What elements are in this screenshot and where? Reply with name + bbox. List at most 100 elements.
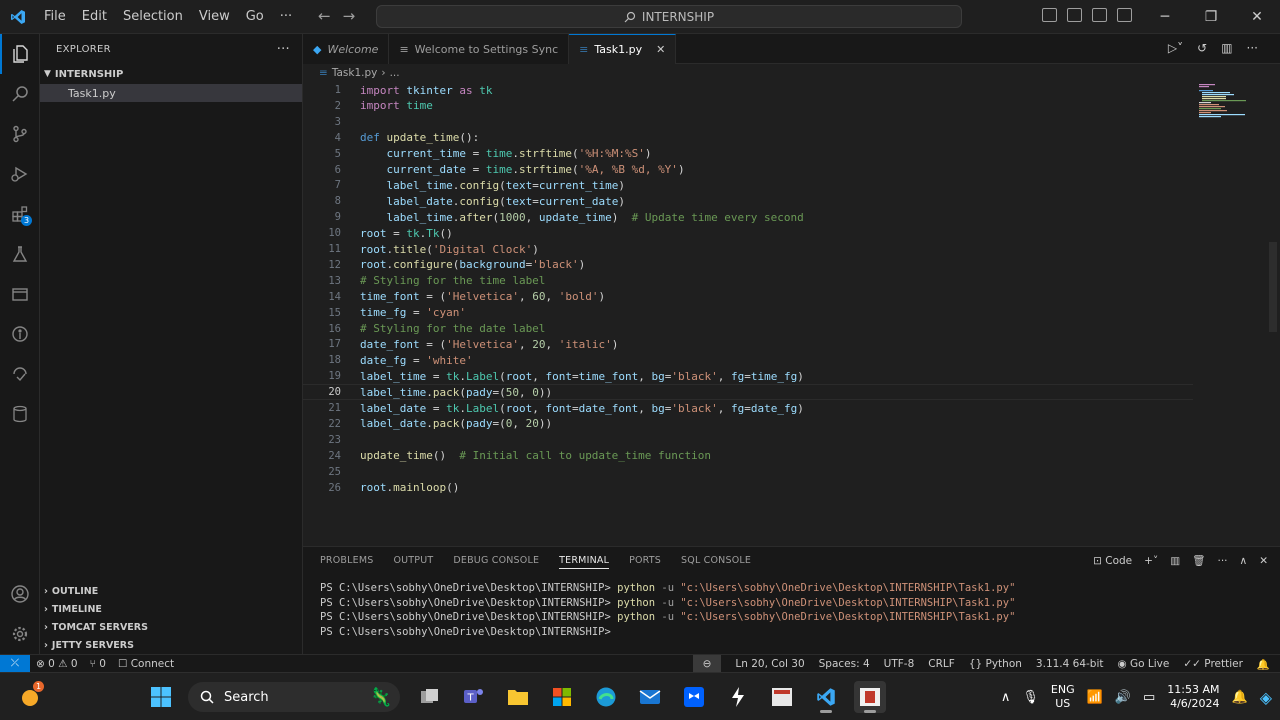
code-line[interactable]: 19 label_time = tk.Label(root, font=time_…: [303, 368, 1193, 384]
code-editor[interactable]: 1 import tkinter as tk 2 import time 3 4 def u…: [303, 82, 1280, 546]
code-line[interactable]: 7 label_time.config(text=current_time): [303, 177, 1193, 193]
panel-tab-terminal[interactable]: TERMINAL: [559, 555, 610, 569]
code-line[interactable]: 9 label_time.after(1000, update_time) # …: [303, 209, 1193, 225]
section-jetty-servers[interactable]: › JETTY SERVERS: [40, 636, 303, 654]
git-graph-icon[interactable]: [0, 314, 40, 354]
file-explorer-icon[interactable]: [502, 681, 534, 713]
prettier[interactable]: ✓✓ Prettier: [1183, 658, 1243, 670]
clock[interactable]: 11:53 AM 4/6/2024: [1167, 683, 1219, 711]
code-line[interactable]: 4 def update_time():: [303, 130, 1193, 146]
menu-edit[interactable]: Edit: [74, 9, 115, 24]
code-line[interactable]: 17 date_font = ('Helvetica', 20, 'italic'…: [303, 336, 1193, 352]
code-line[interactable]: 16 # Styling for the date label: [303, 321, 1193, 337]
pycharm-app-icon[interactable]: [722, 681, 754, 713]
breadcrumb-file[interactable]: Task1.py: [332, 67, 378, 79]
code-line[interactable]: 18 date_fg = 'white': [303, 352, 1193, 368]
notification-bell-icon[interactable]: 🔔: [1232, 690, 1248, 705]
microsoft-store-icon[interactable]: [546, 681, 578, 713]
run-python-file-icon[interactable]: ▷˅: [1168, 41, 1183, 55]
python-tkinter-window-icon[interactable]: [854, 681, 886, 713]
panel-tab-output[interactable]: OUTPUT: [393, 555, 433, 569]
split-terminal-icon[interactable]: ▥: [1170, 555, 1180, 567]
section-timeline[interactable]: › TIMELINE: [40, 600, 303, 618]
input-language[interactable]: ENG US: [1051, 683, 1075, 711]
file-task1-py[interactable]: Task1.py: [40, 84, 302, 102]
manage-gear-icon[interactable]: [0, 614, 40, 654]
minimap[interactable]: [1193, 82, 1253, 122]
code-line[interactable]: 15 time_fg = 'cyan': [303, 305, 1193, 321]
menu-view[interactable]: View: [191, 9, 238, 24]
mail-icon[interactable]: [634, 681, 666, 713]
tab-welcome[interactable]: ◆ Welcome: [303, 34, 390, 64]
panel-tab-debug-console[interactable]: DEBUG CONSOLE: [453, 555, 539, 569]
show-hidden-icons-icon[interactable]: ∧: [1001, 690, 1011, 705]
notifications-bell-icon[interactable]: 🔔: [1257, 658, 1270, 671]
panel-tab-problems[interactable]: PROBLEMS: [320, 555, 373, 569]
code-line[interactable]: 26 root.mainloop(): [303, 480, 1193, 496]
code-line[interactable]: 5 current_time = time.strftime('%H:%M:%S…: [303, 146, 1193, 162]
toggle-panel-icon[interactable]: [1067, 8, 1082, 22]
extensions-icon[interactable]: 3: [0, 194, 40, 234]
remote-indicator-icon[interactable]: ⤫: [0, 654, 30, 673]
folder-internship[interactable]: ▼ INTERNSHIP: [40, 64, 302, 84]
language-mode[interactable]: {} Python: [969, 658, 1022, 670]
terminal-output[interactable]: PS C:\Users\sobhy\OneDrive\Desktop\INTER…: [320, 581, 1015, 639]
panel-tab-sql-console[interactable]: SQL CONSOLE: [681, 555, 751, 569]
copilot-icon[interactable]: ◈: [1260, 688, 1272, 707]
explorer-more-button[interactable]: ···: [277, 42, 290, 57]
close-window-icon[interactable]: ✕: [1234, 0, 1280, 34]
weather-widget-icon[interactable]: 1: [14, 681, 46, 713]
section-outline[interactable]: › OUTLINE: [40, 582, 303, 600]
menu-more[interactable]: ···: [272, 9, 300, 24]
connect-status[interactable]: ☐ Connect: [118, 658, 174, 670]
menu-selection[interactable]: Selection: [115, 9, 191, 24]
dropbox-icon[interactable]: [678, 681, 710, 713]
code-line[interactable]: 6 current_date = time.strftime('%A, %B %…: [303, 162, 1193, 178]
microphone-icon[interactable]: 🎙: [1022, 690, 1039, 705]
code-line[interactable]: 2 import time: [303, 98, 1193, 114]
run-debug-icon[interactable]: [0, 154, 40, 194]
minimize-icon[interactable]: ─: [1142, 0, 1188, 34]
windows-start-icon[interactable]: [145, 681, 177, 713]
live-share-icon[interactable]: [0, 354, 40, 394]
indentation[interactable]: Spaces: 4: [819, 658, 870, 670]
terminal-profile[interactable]: ⊡ Code: [1093, 555, 1132, 567]
database-icon[interactable]: [0, 394, 40, 434]
code-line[interactable]: 23: [303, 432, 1193, 448]
code-line[interactable]: 21 label_date = tk.Label(root, font=date_…: [303, 400, 1193, 416]
wifi-icon[interactable]: 📶: [1087, 690, 1103, 705]
code-line[interactable]: 20 label_time.pack(pady=(50, 0)): [303, 384, 1193, 401]
cursor-position[interactable]: Ln 20, Col 30: [735, 658, 804, 670]
testing-icon[interactable]: [0, 234, 40, 274]
zoom-icon[interactable]: ⊖: [692, 655, 722, 673]
maximize-panel-icon[interactable]: ∧: [1240, 555, 1248, 567]
kill-terminal-icon[interactable]: 🗑: [1192, 554, 1205, 567]
code-line[interactable]: 24 update_time() # Initial call to update…: [303, 448, 1193, 464]
menu-go[interactable]: Go: [238, 9, 272, 24]
close-panel-icon[interactable]: ✕: [1259, 555, 1268, 567]
code-line[interactable]: 12 root.configure(background='black'): [303, 257, 1193, 273]
accounts-icon[interactable]: [0, 574, 40, 614]
go-live[interactable]: ◉ Go Live: [1118, 658, 1170, 670]
python-interpreter[interactable]: 3.11.4 64-bit: [1036, 658, 1104, 670]
back-arrow-icon[interactable]: ←: [318, 7, 331, 25]
restore-icon[interactable]: ❐: [1188, 0, 1234, 34]
end-of-line[interactable]: CRLF: [928, 658, 955, 670]
close-tab-icon[interactable]: ✕: [656, 43, 665, 56]
more-actions-icon[interactable]: ···: [1247, 41, 1258, 55]
section-tomcat-servers[interactable]: › TOMCAT SERVERS: [40, 618, 303, 636]
vscode-taskbar-icon[interactable]: [810, 681, 842, 713]
command-center[interactable]: INTERNSHIP: [376, 5, 962, 28]
ports-status[interactable]: ⑂ 0: [90, 658, 106, 670]
code-line[interactable]: 22 label_date.pack(pady=(0, 20)): [303, 416, 1193, 432]
more-actions-icon[interactable]: ···: [1217, 555, 1227, 567]
calculator-app-icon[interactable]: [766, 681, 798, 713]
search-icon[interactable]: [0, 74, 40, 114]
timeline-history-icon[interactable]: ↺: [1197, 41, 1207, 55]
breadcrumb-symbols[interactable]: ...: [390, 67, 400, 79]
vertical-scrollbar[interactable]: [1269, 242, 1277, 332]
teams-icon[interactable]: T: [458, 681, 490, 713]
code-line[interactable]: 25: [303, 464, 1193, 480]
problems-status[interactable]: ⊗ 0 ⚠ 0: [36, 658, 78, 670]
toggle-sidebar-icon[interactable]: [1042, 8, 1057, 22]
